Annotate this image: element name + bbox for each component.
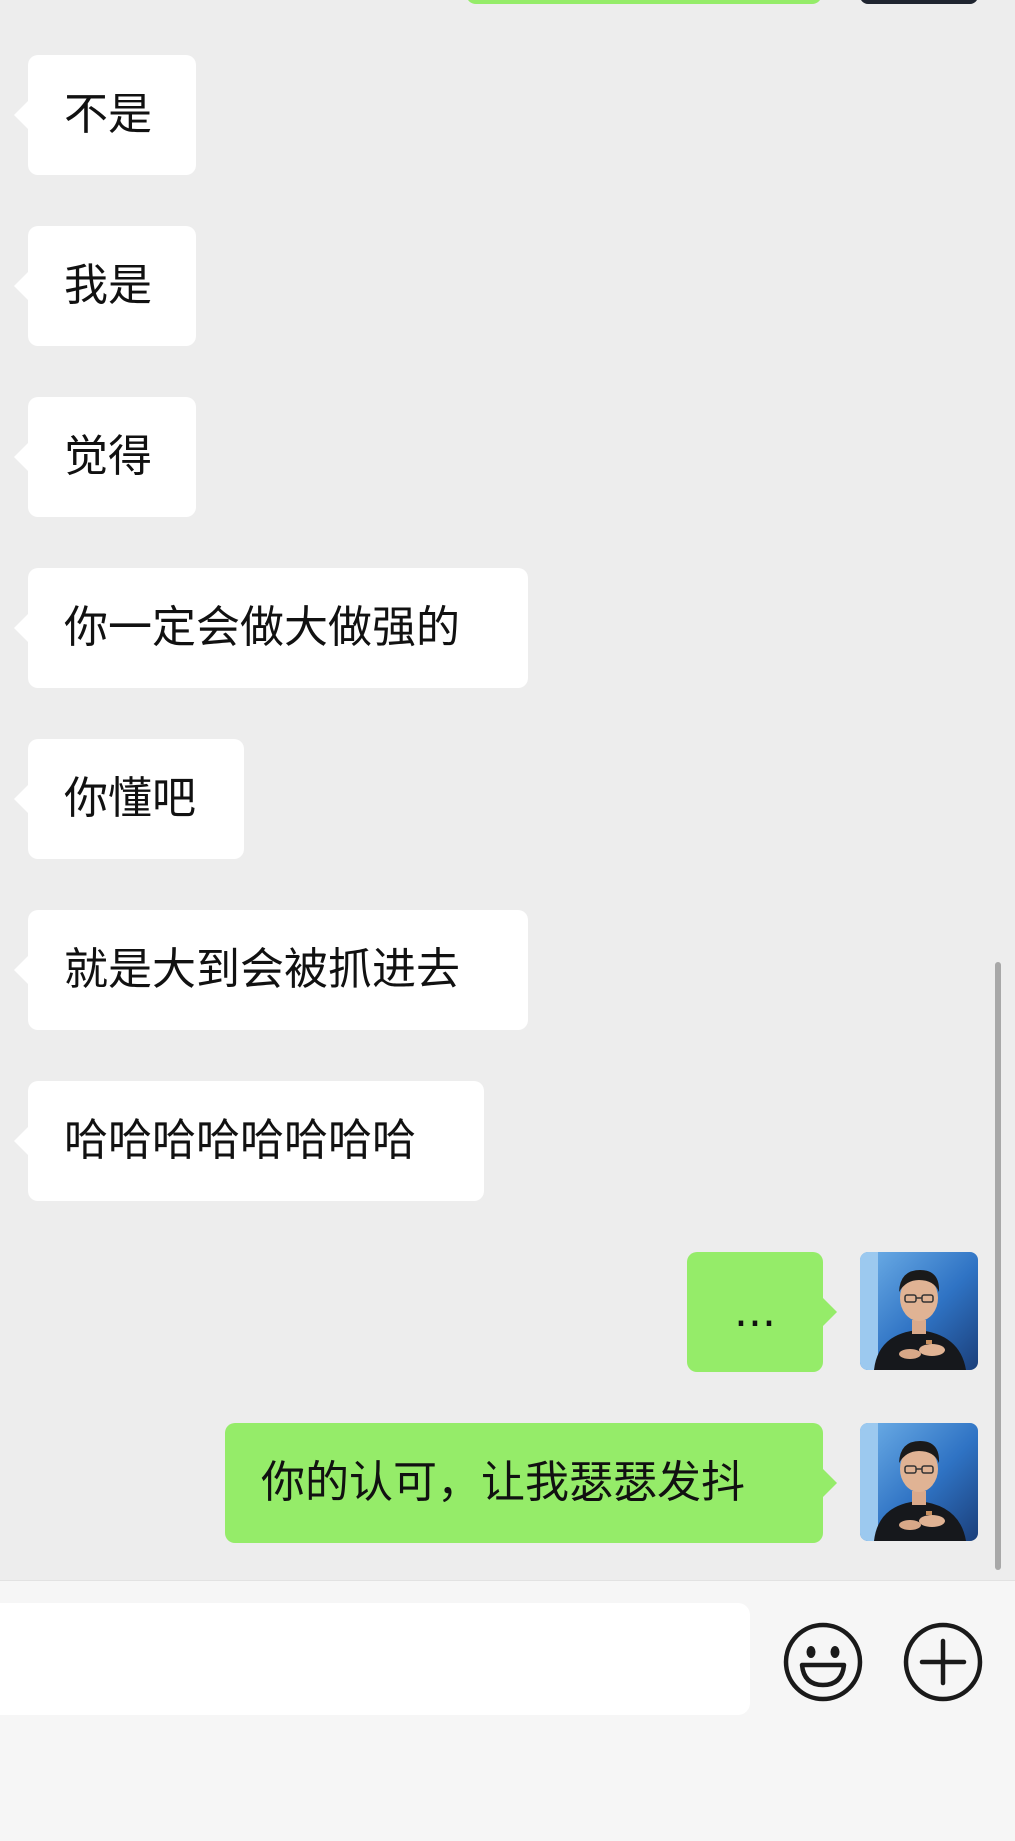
chat-scrollbar[interactable] (995, 962, 1001, 1570)
message-bubble-incoming[interactable]: 你懂吧 (14, 739, 244, 859)
message-bubble-incoming[interactable]: 不是 (14, 55, 196, 175)
message-bubble-incoming[interactable]: 觉得 (14, 397, 196, 517)
message-bubble-outgoing[interactable]: 你的认可，让我瑟瑟发抖 (225, 1423, 837, 1543)
user-avatar[interactable] (860, 1252, 978, 1370)
message-bubble-incoming[interactable]: 哈哈哈哈哈哈哈哈 (14, 1081, 484, 1201)
partial-outgoing-bubble (466, 0, 822, 4)
partial-avatar (860, 0, 978, 4)
emoji-button[interactable] (782, 1621, 864, 1703)
message-bubble-outgoing[interactable]: ... (687, 1252, 837, 1372)
plus-circle-icon (903, 1622, 983, 1702)
avatar-photo-icon (860, 1423, 978, 1541)
message-bubble-incoming[interactable]: 我是 (14, 226, 196, 346)
input-toolbar (0, 1580, 1015, 1841)
user-avatar[interactable] (860, 1423, 978, 1541)
chat-message-list[interactable]: 不是 我是 觉得 你一定会做大做强的 你懂吧 就是大到会被抓进去 哈哈哈哈哈哈哈… (0, 0, 1015, 1580)
message-bubble-incoming[interactable]: 你一定会做大做强的 (14, 568, 528, 688)
smiley-face-icon (783, 1622, 863, 1702)
message-bubble-incoming[interactable]: 就是大到会被抓进去 (14, 910, 528, 1030)
message-input[interactable] (0, 1603, 750, 1715)
more-button[interactable] (902, 1621, 984, 1703)
avatar-photo-icon (860, 1252, 978, 1370)
